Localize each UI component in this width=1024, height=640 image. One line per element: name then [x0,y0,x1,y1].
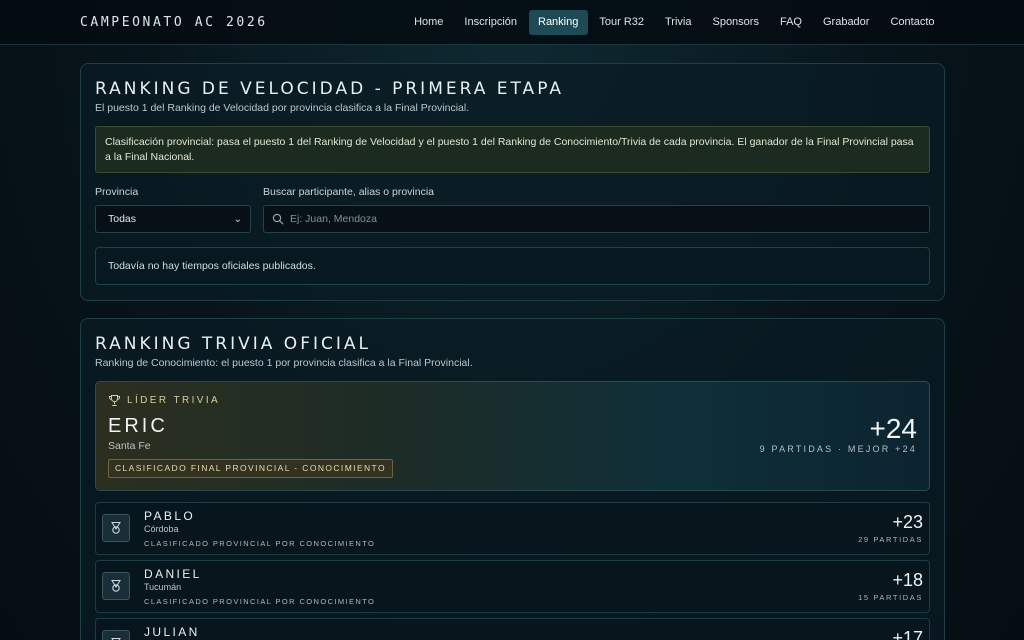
search-box[interactable] [263,205,930,233]
leader-name: ERIC [108,415,168,437]
ranking-row[interactable]: DANIEL Tucumán CLASIFICADO PROVINCIAL PO… [95,560,930,613]
chevron-down-icon: ⌄ [233,214,242,225]
trivia-ranking-title: RANKING TRIVIA OFICIAL [95,334,371,354]
nav-tour-r32[interactable]: Tour R32 [590,10,654,35]
top-navbar: CAMPEONATO AC 2026 Home Inscripción Rank… [0,0,1024,45]
row-qualified-tag: CLASIFICADO PROVINCIAL POR CONOCIMIENTO [144,539,376,548]
ranking-row[interactable]: JULIAN +17 [95,618,930,640]
trivia-ranking-subtitle: Ranking de Conocimiento: el puesto 1 por… [95,357,473,369]
ranking-row[interactable]: PABLO Córdoba CLASIFICADO PROVINCIAL POR… [95,502,930,555]
search-icon [272,213,284,225]
row-name: PABLO [144,509,196,523]
trivia-leader-card: LÍDER TRIVIA ERIC Santa Fe CLASIFICADO F… [95,381,930,491]
leader-meta: 9 PARTIDAS · MEJOR +24 [759,444,917,454]
nav-faq[interactable]: FAQ [770,10,811,35]
qualification-notice: Clasificación provincial: pasa el puesto… [95,126,930,173]
nav-sponsors[interactable]: Sponsors [703,10,768,35]
row-qualified-tag: CLASIFICADO PROVINCIAL POR CONOCIMIENTO [144,597,376,606]
row-province: Tucumán [144,582,182,592]
nav-ranking[interactable]: Ranking [528,10,588,35]
empty-state-message: Todavía no hay tiempos oficiales publica… [95,247,930,285]
search-input[interactable] [290,206,910,232]
row-score: +17 [892,628,923,640]
main-nav: Home Inscripción Ranking Tour R32 Trivia… [405,10,944,35]
search-label: Buscar participante, alias o provincia [263,186,435,198]
row-score: +23 [892,512,923,532]
nav-contacto[interactable]: Contacto [881,10,944,35]
leader-kicker: LÍDER TRIVIA [108,394,220,407]
row-name: DANIEL [144,567,202,581]
province-select-value: Todas [108,213,137,225]
trophy-icon [109,395,120,406]
medal-icon [102,514,130,542]
brand-logo-text[interactable]: CAMPEONATO AC 2026 [80,15,268,30]
nav-trivia[interactable]: Trivia [656,10,701,35]
leader-kicker-label: LÍDER TRIVIA [127,395,221,406]
province-select[interactable]: Todas ⌄ [95,205,251,233]
leader-province: Santa Fe [108,440,151,452]
nav-grabador[interactable]: Grabador [813,10,878,35]
medal-icon [102,572,130,600]
row-province: Córdoba [144,524,179,534]
speed-ranking-title: RANKING DE VELOCIDAD - PRIMERA ETAPA [95,79,564,99]
row-games: 29 PARTIDAS [858,535,923,544]
row-games: 15 PARTIDAS [858,593,923,602]
row-name: JULIAN [144,625,200,639]
nav-inscripcion[interactable]: Inscripción [455,10,527,35]
nav-home[interactable]: Home [405,10,453,35]
province-label: Provincia [95,186,139,198]
trivia-ranking-panel: RANKING TRIVIA OFICIAL Ranking de Conoci… [80,318,945,640]
speed-ranking-subtitle: El puesto 1 del Ranking de Velocidad por… [95,102,470,114]
medal-icon [102,630,130,640]
row-score: +18 [892,570,923,590]
leader-qualified-badge: CLASIFICADO FINAL PROVINCIAL - CONOCIMIE… [108,459,393,478]
speed-ranking-panel: RANKING DE VELOCIDAD - PRIMERA ETAPA El … [80,63,945,301]
leader-score: +24 [869,413,918,444]
